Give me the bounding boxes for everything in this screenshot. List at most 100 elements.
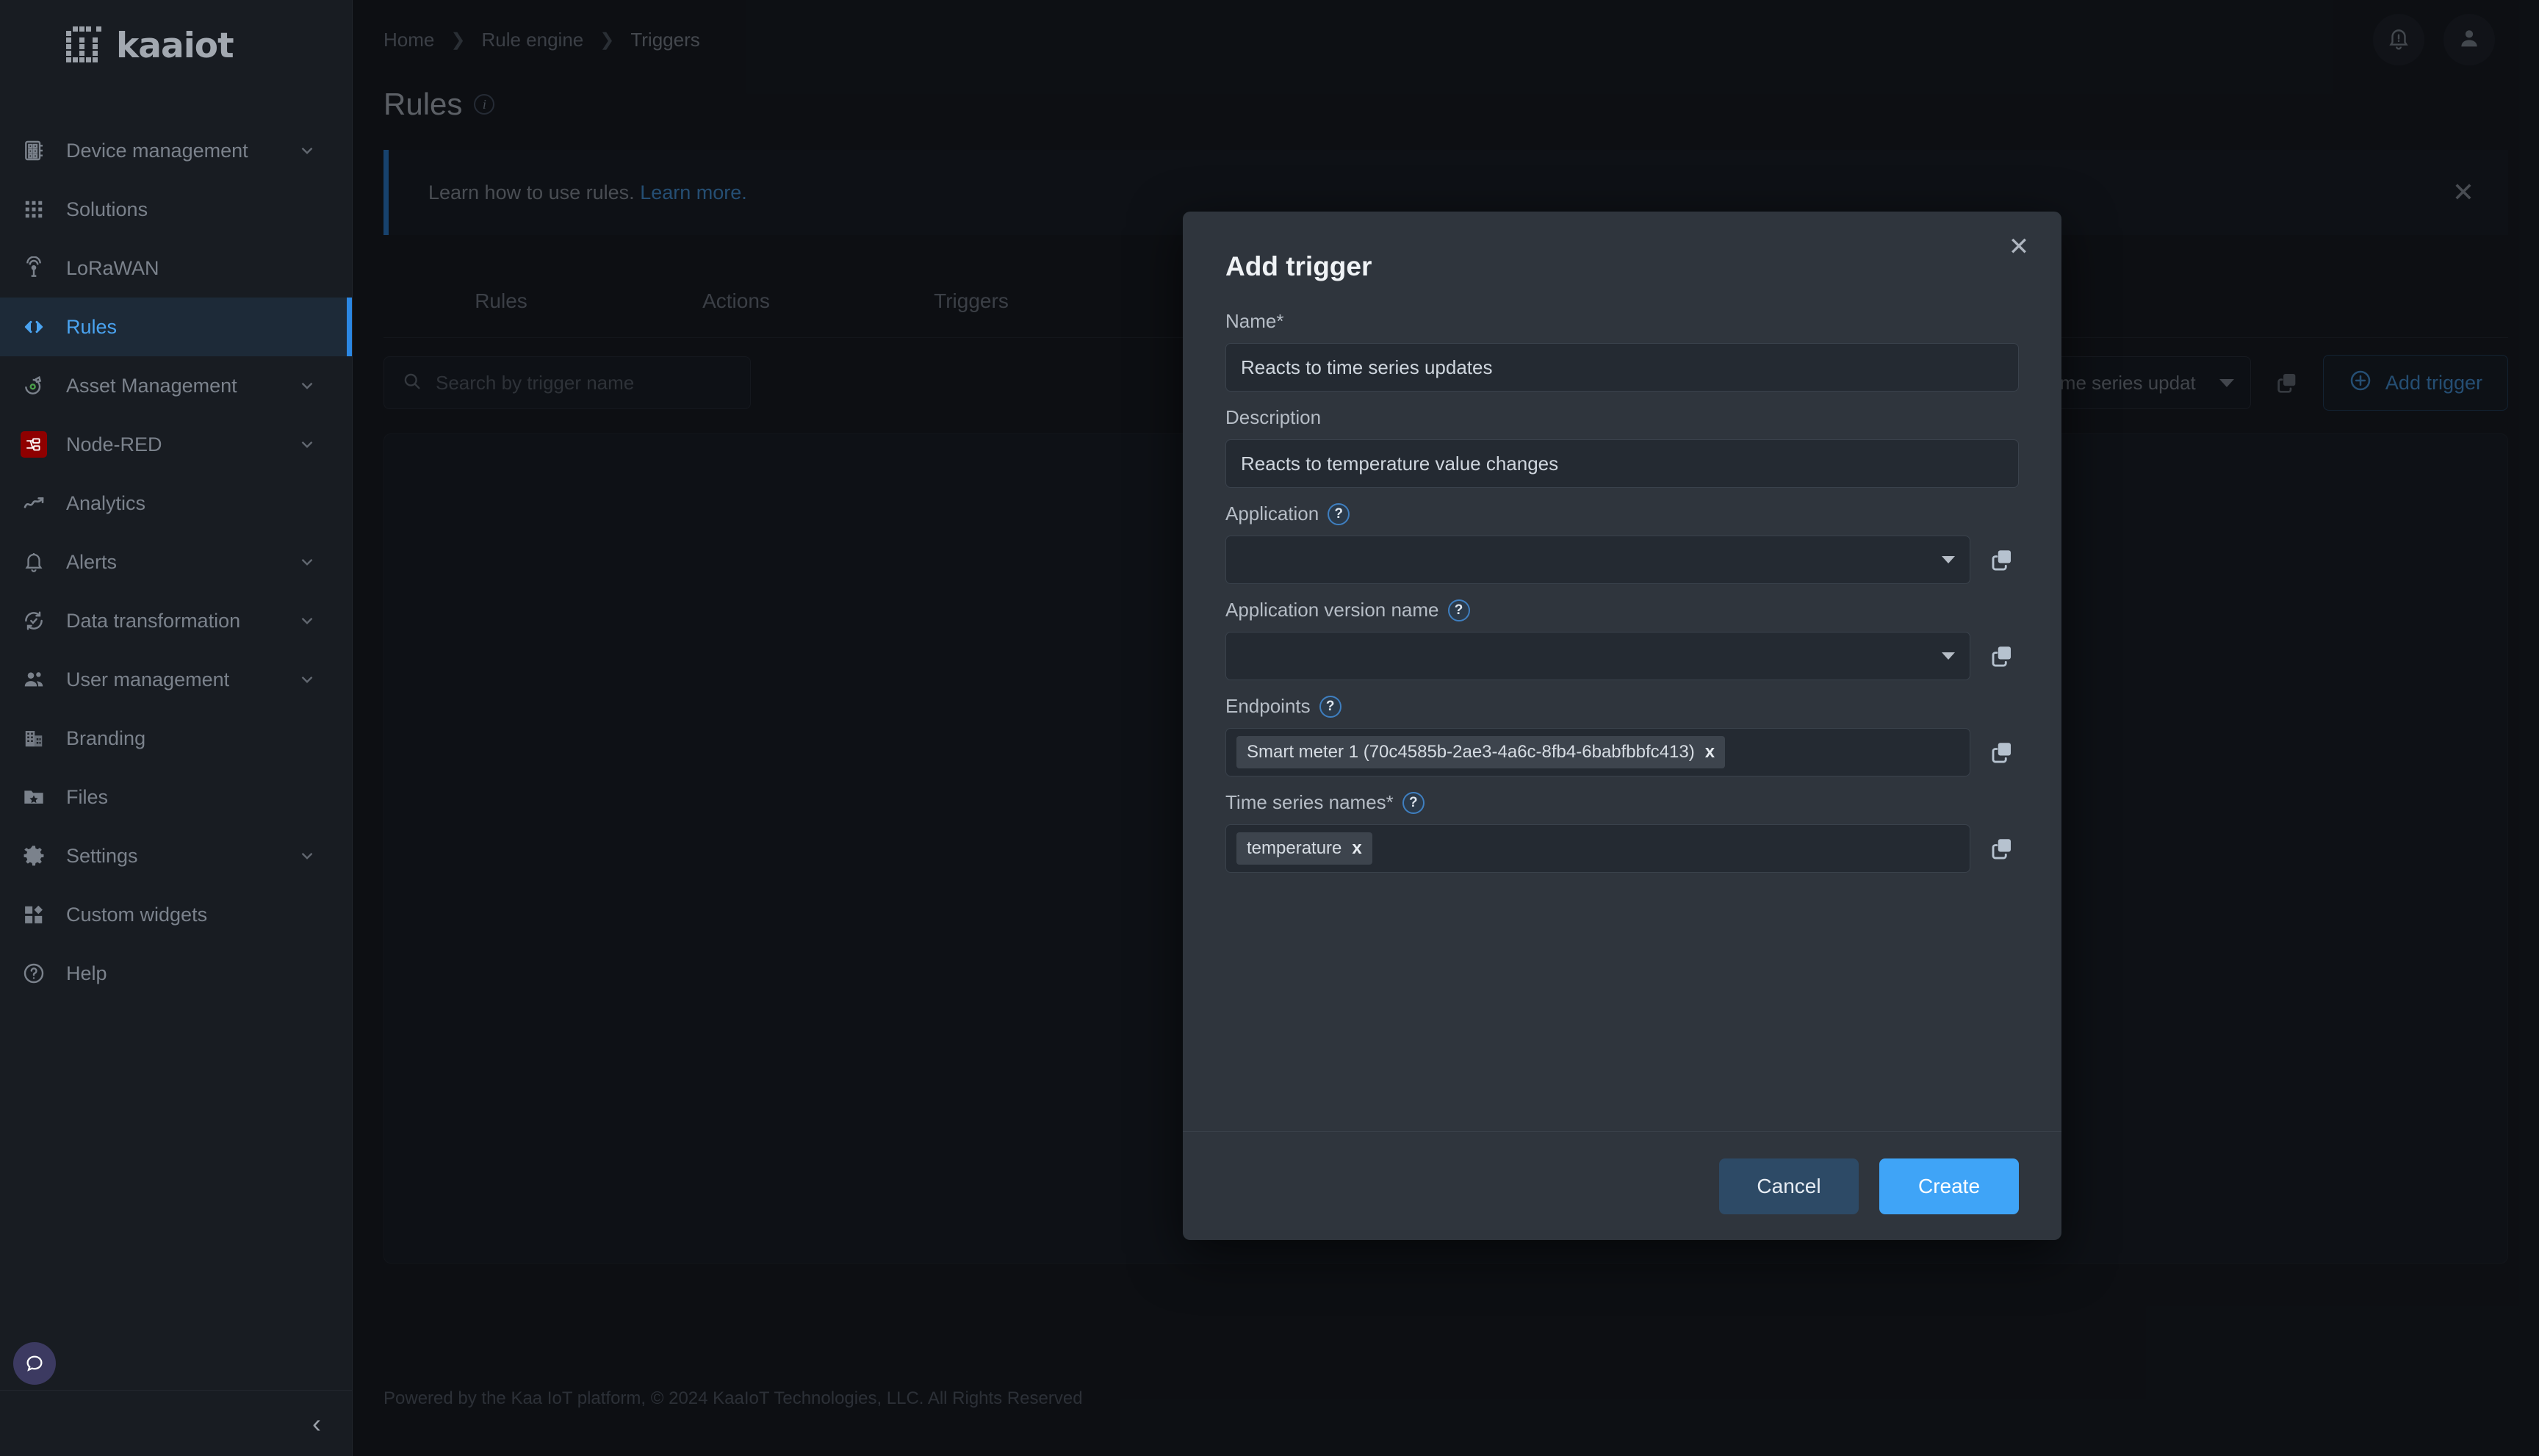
sidebar-item-data-transformation[interactable]: Data transformation bbox=[0, 591, 352, 650]
sidebar-item-label: Analytics bbox=[66, 491, 146, 514]
time-series-names-input[interactable]: temperature x bbox=[1225, 824, 1970, 873]
field-row: temperature x bbox=[1225, 824, 2019, 873]
device-chip-icon bbox=[19, 136, 48, 165]
copy-icon[interactable] bbox=[1985, 639, 2019, 673]
chip-label: temperature bbox=[1247, 838, 1342, 858]
sidebar-item-device-management[interactable]: Device management bbox=[0, 121, 352, 180]
widgets-icon bbox=[19, 900, 48, 929]
field-description: Description Reacts to temperature value … bbox=[1225, 406, 2019, 488]
chevron-down-icon[interactable] bbox=[298, 611, 317, 630]
field-label: Time series names* ? bbox=[1225, 791, 2019, 814]
help-icon[interactable]: ? bbox=[1319, 695, 1341, 718]
antenna-icon bbox=[19, 253, 48, 283]
field-label: Endpoints ? bbox=[1225, 695, 2019, 718]
time-series-names-label: Time series names* bbox=[1225, 791, 1394, 813]
code-brackets-icon bbox=[19, 312, 48, 342]
kaaiot-logo-mark-icon bbox=[66, 26, 109, 66]
name-input[interactable]: Reacts to time series updates bbox=[1225, 343, 2019, 392]
cancel-button[interactable]: Cancel bbox=[1719, 1158, 1859, 1214]
copy-icon[interactable] bbox=[1985, 735, 2019, 769]
chevron-down-icon[interactable] bbox=[298, 376, 317, 395]
create-button[interactable]: Create bbox=[1879, 1158, 2019, 1214]
sidebar-item-custom-widgets[interactable]: Custom widgets bbox=[0, 885, 352, 944]
endpoints-label: Endpoints bbox=[1225, 695, 1311, 717]
sidebar-item-asset-management[interactable]: Asset Management bbox=[0, 356, 352, 415]
remove-chip-icon[interactable]: x bbox=[1352, 838, 1361, 859]
field-label: Application ? bbox=[1225, 502, 2019, 525]
tag-asset-icon bbox=[19, 371, 48, 400]
sidebar-item-label: Asset Management bbox=[66, 374, 237, 397]
sidebar-item-files[interactable]: Files bbox=[0, 768, 352, 826]
field-time-series-names: Time series names* ? temperature x bbox=[1225, 791, 2019, 873]
time-series-chip: temperature x bbox=[1236, 832, 1372, 865]
dialog-title: Add trigger bbox=[1225, 251, 1372, 281]
main-area: Home ❯ Rule engine ❯ Triggers bbox=[353, 0, 2539, 1456]
sidebar-item-label: Files bbox=[66, 785, 109, 808]
sidebar-item-label: Solutions bbox=[66, 198, 148, 220]
field-application: Application ? bbox=[1225, 502, 2019, 584]
sidebar-item-label: Help bbox=[66, 962, 107, 984]
sidebar-item-label: Data transformation bbox=[66, 609, 241, 632]
sidebar: kaaiot Device management Solutions LoRaW… bbox=[0, 0, 353, 1456]
sidebar-footer: ‹ bbox=[0, 1390, 352, 1456]
sidebar-item-label: Branding bbox=[66, 727, 146, 749]
help-icon[interactable]: ? bbox=[1328, 502, 1350, 525]
chevron-down-icon[interactable] bbox=[298, 141, 317, 160]
chevron-down-icon bbox=[1942, 556, 1955, 563]
chevron-down-icon[interactable] bbox=[298, 846, 317, 865]
field-name: Name* Reacts to time series updates bbox=[1225, 310, 2019, 392]
chat-bubble-icon[interactable] bbox=[13, 1342, 56, 1385]
refresh-check-icon bbox=[19, 606, 48, 635]
analytics-line-icon bbox=[19, 489, 48, 518]
sidebar-item-lorawan[interactable]: LoRaWAN bbox=[0, 239, 352, 298]
sidebar-item-alerts[interactable]: Alerts bbox=[0, 533, 352, 591]
help-icon[interactable]: ? bbox=[1447, 599, 1470, 621]
sidebar-item-rules[interactable]: Rules bbox=[0, 298, 352, 356]
brand-logo[interactable]: kaaiot bbox=[0, 0, 352, 92]
bell-icon bbox=[19, 547, 48, 577]
sidebar-item-label: User management bbox=[66, 668, 230, 691]
application-label: Application bbox=[1225, 502, 1319, 525]
chevron-down-icon[interactable] bbox=[298, 435, 317, 454]
copy-icon[interactable] bbox=[1985, 832, 2019, 865]
name-label: Name* bbox=[1225, 310, 1284, 332]
application-version-select[interactable] bbox=[1225, 632, 1970, 680]
description-label: Description bbox=[1225, 406, 1322, 428]
field-label: Application version name ? bbox=[1225, 599, 2019, 621]
sidebar-item-analytics[interactable]: Analytics bbox=[0, 474, 352, 533]
sidebar-item-label: Device management bbox=[66, 139, 248, 162]
copy-icon[interactable] bbox=[1985, 543, 2019, 577]
endpoints-input[interactable]: Smart meter 1 (70c4585b-2ae3-4a6c-8fb4-6… bbox=[1225, 728, 1970, 776]
field-endpoints: Endpoints ? Smart meter 1 (70c4585b-2ae3… bbox=[1225, 695, 2019, 776]
dialog-footer: Cancel Create bbox=[1183, 1131, 2061, 1240]
chevron-left-icon[interactable]: ‹ bbox=[312, 1410, 321, 1437]
chevron-down-icon[interactable] bbox=[298, 670, 317, 689]
help-circle-icon bbox=[19, 959, 48, 988]
chevron-down-icon[interactable] bbox=[298, 552, 317, 572]
sidebar-item-branding[interactable]: Branding bbox=[0, 709, 352, 768]
sidebar-item-help[interactable]: Help bbox=[0, 944, 352, 1003]
remove-chip-icon[interactable]: x bbox=[1705, 742, 1715, 763]
application-select[interactable] bbox=[1225, 536, 1970, 584]
dialog-body: ✕ Add trigger Name* Reacts to time serie… bbox=[1183, 212, 2061, 1131]
description-input[interactable]: Reacts to temperature value changes bbox=[1225, 439, 2019, 488]
sidebar-item-user-management[interactable]: User management bbox=[0, 650, 352, 709]
sidebar-item-label: Node-RED bbox=[66, 433, 162, 455]
field-row bbox=[1225, 536, 2019, 584]
gear-icon bbox=[19, 841, 48, 871]
close-icon[interactable]: ✕ bbox=[2003, 231, 2035, 263]
application-version-label: Application version name bbox=[1225, 599, 1439, 621]
help-icon[interactable]: ? bbox=[1402, 791, 1425, 814]
folder-star-icon bbox=[19, 782, 48, 812]
field-row bbox=[1225, 632, 2019, 680]
sidebar-item-label: Custom widgets bbox=[66, 903, 208, 926]
sidebar-item-solutions[interactable]: Solutions bbox=[0, 180, 352, 239]
sidebar-item-node-red[interactable]: Node-RED bbox=[0, 415, 352, 474]
chevron-down-icon bbox=[1942, 652, 1955, 660]
sidebar-item-label: Settings bbox=[66, 844, 138, 867]
sidebar-item-settings[interactable]: Settings bbox=[0, 826, 352, 885]
field-label: Description bbox=[1225, 406, 2019, 429]
field-application-version: Application version name ? bbox=[1225, 599, 2019, 680]
field-label: Name* bbox=[1225, 310, 2019, 333]
sidebar-item-label: Alerts bbox=[66, 550, 118, 573]
